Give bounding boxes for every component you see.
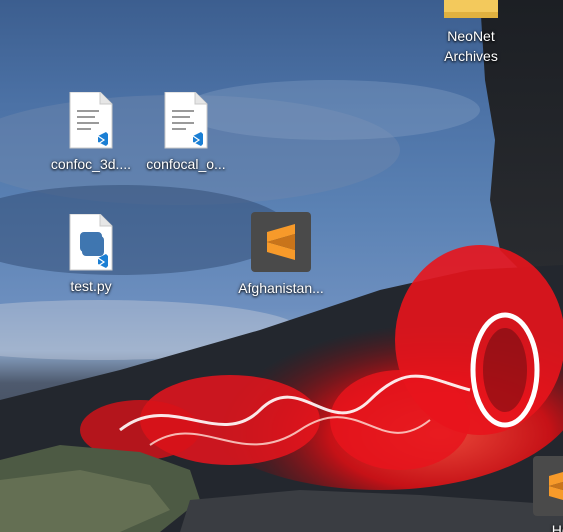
desktop: NeoNet Archives confoc_3d.... confocal_o… <box>0 0 563 532</box>
desktop-item-her[interactable]: Her <box>520 456 563 532</box>
sublime-file-icon <box>251 212 311 272</box>
desktop-item-label: confoc_3d.... <box>50 156 132 172</box>
vscode-file-icon <box>69 92 113 149</box>
desktop-item-label: Archives <box>444 48 498 64</box>
desktop-item-confoc-3d[interactable]: confoc_3d.... <box>48 92 134 174</box>
desktop-item-label: Afghanistan... <box>238 280 324 296</box>
desktop-item-label: NeoNet <box>447 28 495 44</box>
sublime-file-icon <box>533 456 563 516</box>
desktop-item-label: Her <box>551 522 563 532</box>
desktop-item-label: confocal_o... <box>146 156 226 172</box>
desktop-item-afghanistan[interactable]: Afghanistan... <box>238 212 324 298</box>
desktop-item-label: test.py <box>70 278 112 294</box>
python-file-icon <box>69 214 113 271</box>
vscode-file-icon <box>164 92 208 149</box>
desktop-item-neonet-archives[interactable]: NeoNet Archives <box>428 0 514 66</box>
desktop-item-confocal[interactable]: confocal_o... <box>143 92 229 174</box>
folder-icon <box>444 0 498 18</box>
desktop-item-test-py[interactable]: test.py <box>48 214 134 296</box>
